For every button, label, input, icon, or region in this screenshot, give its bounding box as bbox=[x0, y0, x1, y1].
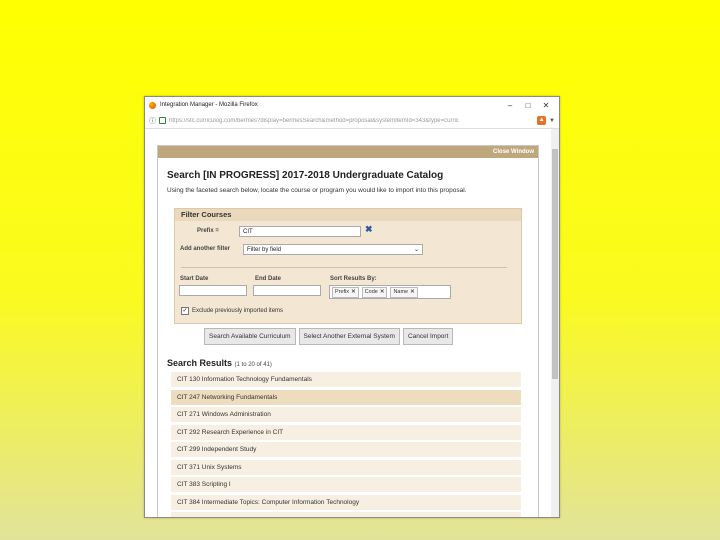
add-filter-label: Add another filter bbox=[180, 246, 231, 252]
results-list: CIT 130 Information Technology Fundament… bbox=[171, 372, 521, 517]
results-title: Search Results bbox=[167, 358, 233, 368]
sort-chip-name[interactable]: Name ✕ bbox=[390, 286, 418, 298]
list-item[interactable]: CIT 271 Windows Administration bbox=[171, 407, 521, 422]
add-filter-select[interactable]: Filter by field ⌄ bbox=[243, 244, 423, 255]
scrollbar-thumb[interactable] bbox=[552, 149, 558, 379]
sort-results-box[interactable]: Prefix ✕ Code ✕ Name ✕ bbox=[329, 285, 451, 299]
exclude-imported-label: Exclude previously imported items bbox=[192, 308, 284, 314]
prefix-input[interactable]: CIT bbox=[239, 226, 361, 237]
divider bbox=[181, 267, 507, 268]
chevron-down-icon[interactable]: ▼ bbox=[549, 118, 555, 124]
start-date-label: Start Date bbox=[180, 276, 209, 282]
maximize-icon[interactable]: □ bbox=[519, 101, 537, 110]
lock-icon[interactable] bbox=[159, 117, 166, 124]
info-icon[interactable]: ⓘ bbox=[149, 116, 156, 126]
list-item[interactable]: CIT 384 Intermediate Topics: Computer In… bbox=[171, 494, 521, 510]
sort-chip-label: Code bbox=[364, 288, 378, 295]
cancel-import-button[interactable]: Cancel Import bbox=[402, 328, 454, 345]
exclude-imported-checkbox[interactable]: ✓ bbox=[181, 307, 189, 315]
scrollbar[interactable] bbox=[551, 129, 559, 517]
search-modal: Close Window Search [IN PROGRESS] 2017-2… bbox=[157, 145, 539, 517]
prefix-label: Prefix = bbox=[197, 228, 219, 234]
list-item[interactable]: CIT 299 Independent Study bbox=[171, 442, 521, 457]
close-icon[interactable]: ✕ bbox=[537, 101, 555, 110]
chevron-down-icon: ⌄ bbox=[413, 247, 419, 253]
action-buttons: Search Available Curriculum Select Anoth… bbox=[204, 328, 454, 345]
browser-window: Integration Manager - Mozilla Firefox – … bbox=[144, 96, 560, 518]
remove-icon[interactable]: ✕ bbox=[351, 288, 356, 297]
window-title: Integration Manager - Mozilla Firefox bbox=[160, 102, 258, 108]
page-title: Search [IN PROGRESS] 2017-2018 Undergrad… bbox=[167, 170, 444, 181]
firefox-icon bbox=[149, 101, 156, 109]
end-date-label: End Date bbox=[255, 276, 282, 282]
list-item[interactable]: CIT 383 Scripting I bbox=[171, 477, 521, 492]
page-content: Close Window Search [IN PROGRESS] 2017-2… bbox=[145, 129, 559, 517]
url-bar[interactable]: ⓘ https://stc.curriculog.com/bermes?disp… bbox=[145, 113, 559, 129]
minimize-icon[interactable]: – bbox=[501, 101, 519, 110]
list-item[interactable]: CIT 130 Information Technology Fundament… bbox=[171, 372, 521, 387]
filter-panel: Filter Courses Prefix = CIT ✖ Add anothe… bbox=[174, 208, 522, 324]
select-system-button[interactable]: Select Another External System bbox=[298, 328, 400, 345]
remove-icon[interactable]: ✕ bbox=[380, 288, 385, 297]
sort-chip-label: Name bbox=[393, 288, 409, 295]
start-date-input[interactable] bbox=[179, 285, 247, 296]
extension-icon[interactable]: ▲ bbox=[537, 116, 547, 125]
clear-filter-icon[interactable]: ✖ bbox=[365, 224, 373, 235]
list-item[interactable]: CIT 292 Research Experience in CIT bbox=[171, 424, 521, 440]
end-date-input[interactable] bbox=[253, 285, 321, 296]
instructions: Using the faceted search below, locate t… bbox=[167, 187, 467, 194]
close-window-link[interactable]: Close Window bbox=[493, 149, 534, 155]
exclude-imported-row: ✓ Exclude previously imported items bbox=[181, 307, 283, 315]
sort-label: Sort Results By: bbox=[330, 276, 377, 282]
sort-chip-prefix[interactable]: Prefix ✕ bbox=[332, 286, 359, 298]
url-text[interactable]: https://stc.curriculog.com/bermes?displa… bbox=[169, 118, 534, 124]
list-item[interactable] bbox=[171, 512, 521, 517]
list-item[interactable]: CIT 247 Networking Fundamentals bbox=[171, 389, 521, 405]
remove-icon[interactable]: ✕ bbox=[410, 288, 415, 297]
list-item[interactable]: CIT 371 Unix Systems bbox=[171, 459, 521, 475]
sort-chip-code[interactable]: Code ✕ bbox=[361, 286, 388, 298]
results-heading: Search Results (1 to 20 of 41) bbox=[167, 358, 272, 368]
modal-header: Close Window bbox=[158, 146, 538, 158]
filter-heading: Filter Courses bbox=[175, 209, 521, 221]
results-range: (1 to 20 of 41) bbox=[234, 362, 272, 368]
search-button[interactable]: Search Available Curriculum bbox=[204, 328, 296, 345]
sort-chip-label: Prefix bbox=[335, 288, 350, 295]
title-bar: Integration Manager - Mozilla Firefox – … bbox=[145, 97, 559, 113]
add-filter-value: Filter by field bbox=[247, 247, 282, 253]
